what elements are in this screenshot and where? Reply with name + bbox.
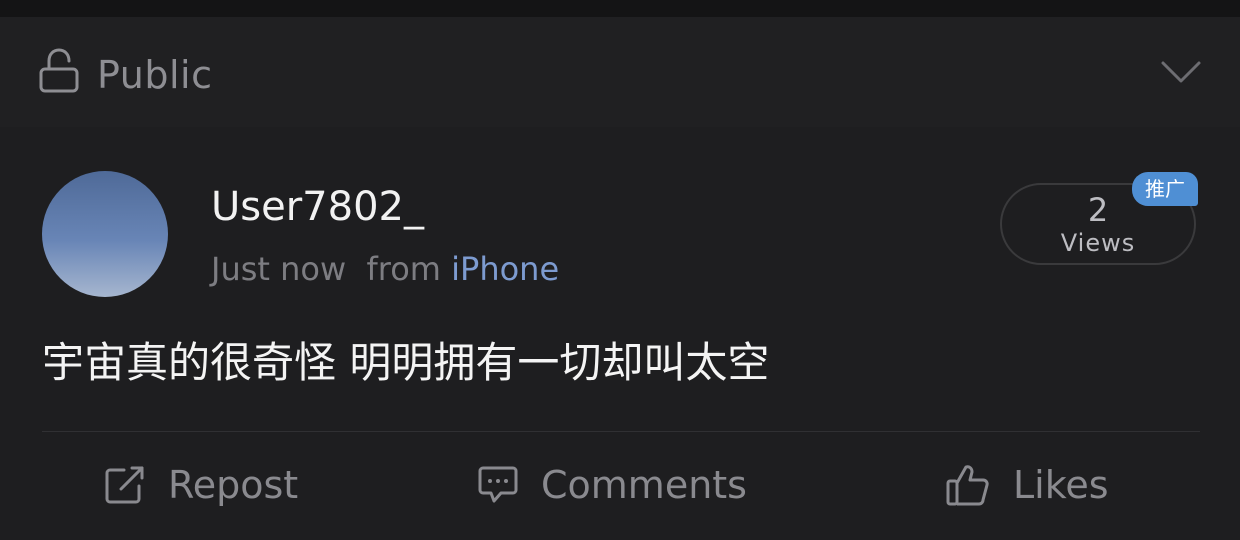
post-source-device[interactable]: iPhone — [451, 250, 559, 288]
privacy-label[interactable]: Public — [97, 52, 212, 98]
post-meta: Just now from iPhone — [211, 247, 559, 291]
divider — [42, 431, 1200, 432]
thumbs-up-icon — [946, 465, 989, 506]
chevron-down-icon[interactable] — [1160, 58, 1202, 86]
views-label: Views — [1060, 229, 1136, 257]
repost-label: Repost — [168, 463, 299, 507]
lock-open-icon — [39, 48, 79, 93]
username[interactable]: User7802_ — [211, 182, 424, 232]
status-strip — [0, 0, 1240, 17]
repost-icon — [105, 466, 144, 504]
post-time: Just now — [211, 250, 347, 288]
repost-button[interactable]: Repost — [104, 456, 298, 514]
post-text: 宇宙真的很奇怪 明明拥有一切却叫太空 — [42, 338, 770, 387]
likes-button[interactable]: Likes — [945, 456, 1109, 514]
post-source-prefix: from — [366, 250, 441, 288]
avatar[interactable] — [42, 171, 168, 297]
comment-icon — [478, 466, 518, 503]
comments-label: Comments — [541, 463, 747, 507]
promo-badge[interactable]: 推广 — [1132, 172, 1198, 206]
comments-button[interactable]: Comments — [477, 456, 747, 514]
likes-label: Likes — [1013, 463, 1109, 507]
